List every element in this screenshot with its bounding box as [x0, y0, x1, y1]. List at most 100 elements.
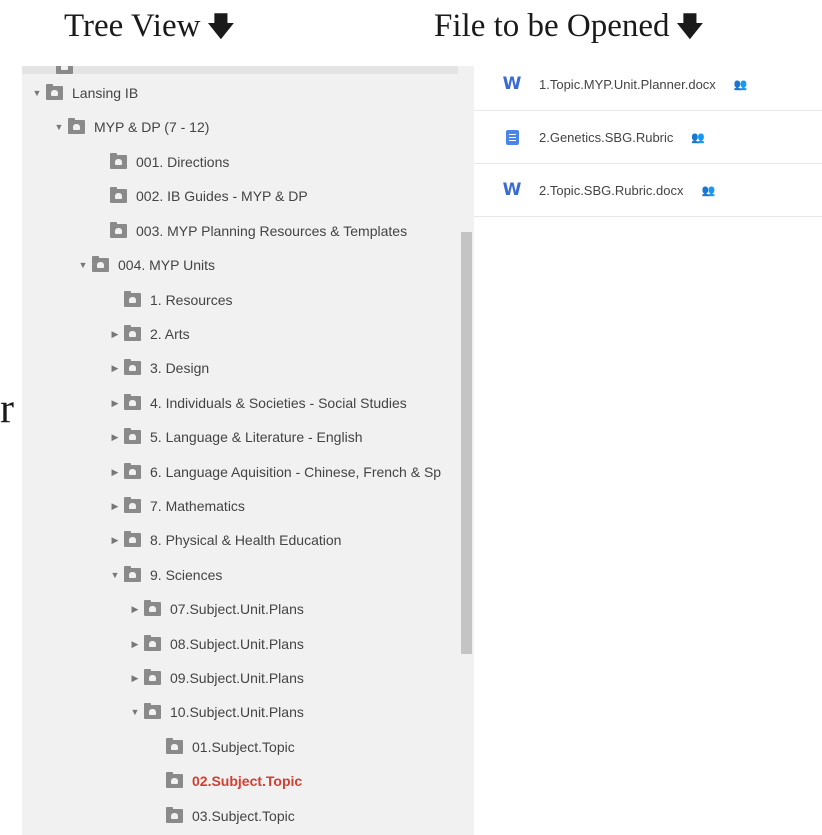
- shared-folder-icon: [68, 118, 85, 134]
- expand-caret-down-icon[interactable]: ▼: [78, 260, 88, 270]
- tree-row[interactable]: ▼ 9. Sciences: [22, 558, 474, 592]
- tree-row[interactable]: ▶ 2. Arts: [22, 317, 474, 351]
- tree-row-label: 003. MYP Planning Resources & Templates: [136, 223, 408, 239]
- expand-caret-down-icon[interactable]: ▼: [110, 570, 120, 580]
- word-doc-icon: W: [502, 74, 522, 94]
- tree-row-label: 07.Subject.Unit.Plans: [170, 601, 304, 617]
- tree-row-label: 7. Mathematics: [150, 498, 245, 514]
- tree-row[interactable]: 01.Subject.Topic: [22, 730, 474, 764]
- down-arrow-icon: 🡇: [206, 10, 236, 43]
- tree-row-label: Lansing IB: [72, 85, 139, 101]
- expand-caret-right-icon[interactable]: ▶: [110, 363, 120, 373]
- tree-row-label: 02.Subject.Topic: [192, 773, 303, 789]
- file-row[interactable]: 2.Genetics.SBG.Rubric 👥: [474, 111, 822, 164]
- shared-people-icon: 👥: [691, 131, 705, 144]
- tree-row-label: 004. MYP Units: [118, 257, 216, 273]
- tree-row-label: 001. Directions: [136, 154, 230, 170]
- file-name: 2.Genetics.SBG.Rubric: [539, 129, 674, 145]
- tree-row-label: 8. Physical & Health Education: [150, 532, 342, 548]
- file-name: 2.Topic.SBG.Rubric.docx: [539, 182, 684, 198]
- tree-row[interactable]: ▶ 07.Subject.Unit.Plans: [22, 592, 474, 626]
- expand-caret-down-icon[interactable]: ▼: [54, 122, 64, 132]
- shared-folder-icon: [144, 703, 161, 719]
- expand-caret-right-icon[interactable]: ▶: [130, 673, 140, 683]
- shared-people-icon: 👥: [733, 78, 748, 91]
- shared-folder-icon: [124, 325, 141, 341]
- tree-row[interactable]: 1. Resources: [22, 283, 474, 317]
- expand-caret-right-icon[interactable]: ▶: [110, 329, 120, 339]
- tree-row[interactable]: 003. MYP Planning Resources & Templates: [22, 214, 474, 248]
- shared-folder-icon: [124, 359, 141, 375]
- file-name: 1.Topic.MYP.Unit.Planner.docx: [539, 76, 716, 92]
- down-arrow-icon: 🡇: [675, 10, 705, 43]
- shared-folder-icon: [124, 463, 141, 479]
- tree-row-label: 1. Resources: [150, 292, 233, 308]
- shared-folder-icon: [110, 187, 127, 203]
- tree-row-label: 6. Language Aquisition - Chinese, French…: [150, 464, 442, 480]
- expand-caret-right-icon[interactable]: ▶: [110, 467, 120, 477]
- expand-caret-right-icon[interactable]: ▶: [110, 501, 120, 511]
- tree-panel: ▼ Lansing IB ▼ MYP & DP (7 - 12) 001. Direct…: [22, 66, 474, 835]
- tree-row-label: 002. IB Guides - MYP & DP: [136, 188, 308, 204]
- shared-folder-icon: [46, 84, 63, 100]
- tree-scrollbar[interactable]: [461, 232, 472, 654]
- tree-row[interactable]: ▼ 10.Subject.Unit.Plans: [22, 695, 474, 729]
- shared-folder-icon: [124, 291, 141, 307]
- tree-row[interactable]: 002. IB Guides - MYP & DP: [22, 179, 474, 213]
- word-doc-icon: W: [502, 180, 522, 200]
- file-opened-caption: File to be Opened 🡇: [434, 6, 704, 54]
- tree-row-label: 4. Individuals & Societies - Social Stud…: [150, 395, 407, 411]
- shared-folder-icon: [166, 738, 183, 754]
- tree-row-label: 09.Subject.Unit.Plans: [170, 670, 304, 686]
- tree-row[interactable]: ▶ 6. Language Aquisition - Chinese, Frenc…: [22, 455, 474, 489]
- folder-icon: [56, 66, 73, 74]
- shared-folder-icon: [110, 153, 127, 169]
- tree-row-label: 03.Subject.Topic: [192, 808, 295, 824]
- expand-caret-right-icon[interactable]: ▶: [130, 639, 140, 649]
- tree-row[interactable]: ▶ 4. Individuals & Societies - Social Stu…: [22, 386, 474, 420]
- tree-row-label: 9. Sciences: [150, 567, 223, 583]
- tree-view-caption: Tree View 🡇: [64, 6, 235, 54]
- shared-folder-icon: [110, 222, 127, 238]
- tree-row[interactable]: 03.Subject.Topic: [22, 799, 474, 833]
- shared-folder-icon: [124, 531, 141, 547]
- tree-row[interactable]: ▶ 3. Design: [22, 351, 474, 385]
- shared-folder-icon: [124, 428, 141, 444]
- tree-row[interactable]: ▶ 8. Physical & Health Education: [22, 523, 474, 557]
- shared-folder-icon: [166, 772, 183, 788]
- tree-row[interactable]: 02.Subject.Topic: [22, 764, 474, 798]
- tree-view-caption-text: Tree View: [64, 8, 201, 44]
- file-row[interactable]: W 1.Topic.MYP.Unit.Planner.docx 👥: [474, 58, 822, 111]
- tree-row-label: 01.Subject.Topic: [192, 739, 295, 755]
- tree-row[interactable]: ▶ 7. Mathematics: [22, 489, 474, 523]
- tree-row[interactable]: ▼ MYP & DP (7 - 12): [22, 110, 474, 144]
- tree-row-label: MYP & DP (7 - 12): [94, 119, 210, 135]
- tree-row-label: 3. Design: [150, 360, 210, 376]
- expand-caret-down-icon[interactable]: ▼: [130, 707, 140, 717]
- tree-row[interactable]: 001. Directions: [22, 145, 474, 179]
- tree-row-label: 08.Subject.Unit.Plans: [170, 636, 304, 652]
- tree-row-label: 2. Arts: [150, 326, 190, 342]
- shared-folder-icon: [124, 394, 141, 410]
- expand-caret-down-icon[interactable]: ▼: [32, 88, 42, 98]
- file-row[interactable]: W 2.Topic.SBG.Rubric.docx 👥: [474, 164, 822, 217]
- tree-row[interactable]: ▶ 09.Subject.Unit.Plans: [22, 661, 474, 695]
- shared-people-icon: 👥: [701, 184, 716, 197]
- file-list: W 1.Topic.MYP.Unit.Planner.docx 👥 2.Genetic…: [474, 58, 822, 217]
- file-opened-caption-text: File to be Opened: [434, 8, 670, 44]
- tree-row[interactable]: ▼ 004. MYP Units: [22, 248, 474, 282]
- tree-row-label: 10.Subject.Unit.Plans: [170, 704, 304, 720]
- shared-folder-icon: [124, 497, 141, 513]
- expand-caret-right-icon[interactable]: ▶: [130, 604, 140, 614]
- tree-top-strip: [22, 66, 458, 74]
- shared-folder-icon: [144, 669, 161, 685]
- expand-caret-right-icon[interactable]: ▶: [110, 398, 120, 408]
- expand-caret-right-icon[interactable]: ▶: [110, 432, 120, 442]
- shared-folder-icon: [144, 600, 161, 616]
- tree-row[interactable]: ▼ Lansing IB: [22, 76, 472, 110]
- shared-folder-icon: [92, 256, 109, 272]
- expand-caret-right-icon[interactable]: ▶: [110, 535, 120, 545]
- tree-row[interactable]: ▶ 08.Subject.Unit.Plans: [22, 627, 474, 661]
- shared-folder-icon: [144, 635, 161, 651]
- tree-row[interactable]: ▶ 5. Language & Literature - English: [22, 420, 474, 454]
